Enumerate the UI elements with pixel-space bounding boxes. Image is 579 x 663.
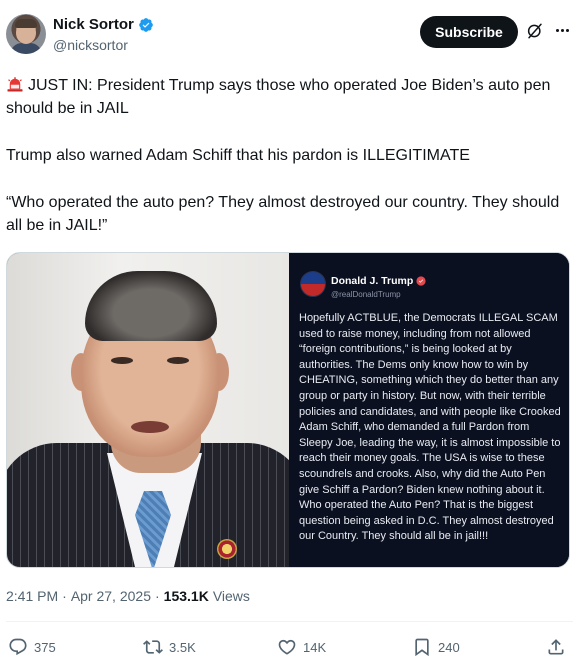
tweet-time[interactable]: 2:41 PM — [6, 588, 58, 604]
truth-author-handle: @realDonaldTrump — [331, 290, 401, 299]
tweet-paragraph: JUST IN: President Trump says those who … — [6, 77, 551, 117]
grok-icon[interactable] — [526, 22, 544, 40]
author-avatar[interactable] — [6, 14, 46, 54]
meta-separator: · — [154, 588, 160, 604]
author-name[interactable]: Nick Sortor — [53, 16, 134, 33]
tweet-date[interactable]: Apr 27, 2025 — [71, 588, 151, 604]
truth-post-text: Hopefully ACTBLUE, the Democrats ILLEGAL… — [299, 312, 561, 543]
verified-badge-icon — [139, 17, 153, 32]
author-name-row[interactable]: Nick Sortor — [53, 16, 154, 33]
tweet-media[interactable]: Donald J. Trump @realDonaldTrump Hopeful… — [6, 252, 570, 568]
bookmark-count: 240 — [438, 639, 460, 655]
tweet-paragraph: “Who operated the auto pen? They almost … — [6, 194, 560, 234]
tweet-text: JUST IN: President Trump says those who … — [6, 74, 566, 237]
reply-button[interactable]: 375 — [8, 637, 56, 657]
views-count: 153.1K — [163, 588, 209, 604]
reply-icon — [9, 638, 27, 656]
views-label: Views — [212, 588, 250, 604]
share-icon — [548, 639, 564, 655]
tweet-header: Nick Sortor @nicksortor Subscribe — [6, 14, 573, 58]
truth-avatar — [300, 271, 326, 297]
reply-count: 375 — [34, 639, 56, 655]
verified-badge-icon — [416, 276, 426, 286]
tweet-meta: 2:41 PM · Apr 27, 2025 · 153.1K Views — [6, 588, 250, 604]
repost-icon — [143, 640, 163, 654]
divider — [6, 621, 573, 622]
heart-icon — [278, 639, 296, 655]
subscribe-button[interactable]: Subscribe — [420, 16, 518, 48]
like-button[interactable]: 14K — [277, 637, 326, 657]
police-siren-icon — [7, 77, 23, 92]
repost-button[interactable]: 3.5K — [143, 637, 196, 657]
action-bar: 375 3.5K 14K 240 — [6, 637, 573, 659]
more-horizontal-icon[interactable] — [552, 20, 572, 40]
meta-separator: · — [62, 588, 67, 604]
truth-author-row: Donald J. Trump — [331, 275, 426, 287]
tweet-paragraph: Trump also warned Adam Schiff that his p… — [6, 147, 470, 164]
media-photo[interactable] — [7, 253, 289, 567]
bookmark-button[interactable]: 240 — [412, 637, 460, 657]
bookmark-icon — [415, 638, 429, 657]
repost-count: 3.5K — [169, 639, 196, 655]
truth-post-screenshot[interactable]: Donald J. Trump @realDonaldTrump Hopeful… — [289, 253, 569, 567]
truth-author-name: Donald J. Trump — [331, 275, 414, 287]
author-handle[interactable]: @nicksortor — [53, 37, 128, 53]
share-button[interactable] — [546, 637, 566, 657]
like-count: 14K — [303, 639, 327, 655]
